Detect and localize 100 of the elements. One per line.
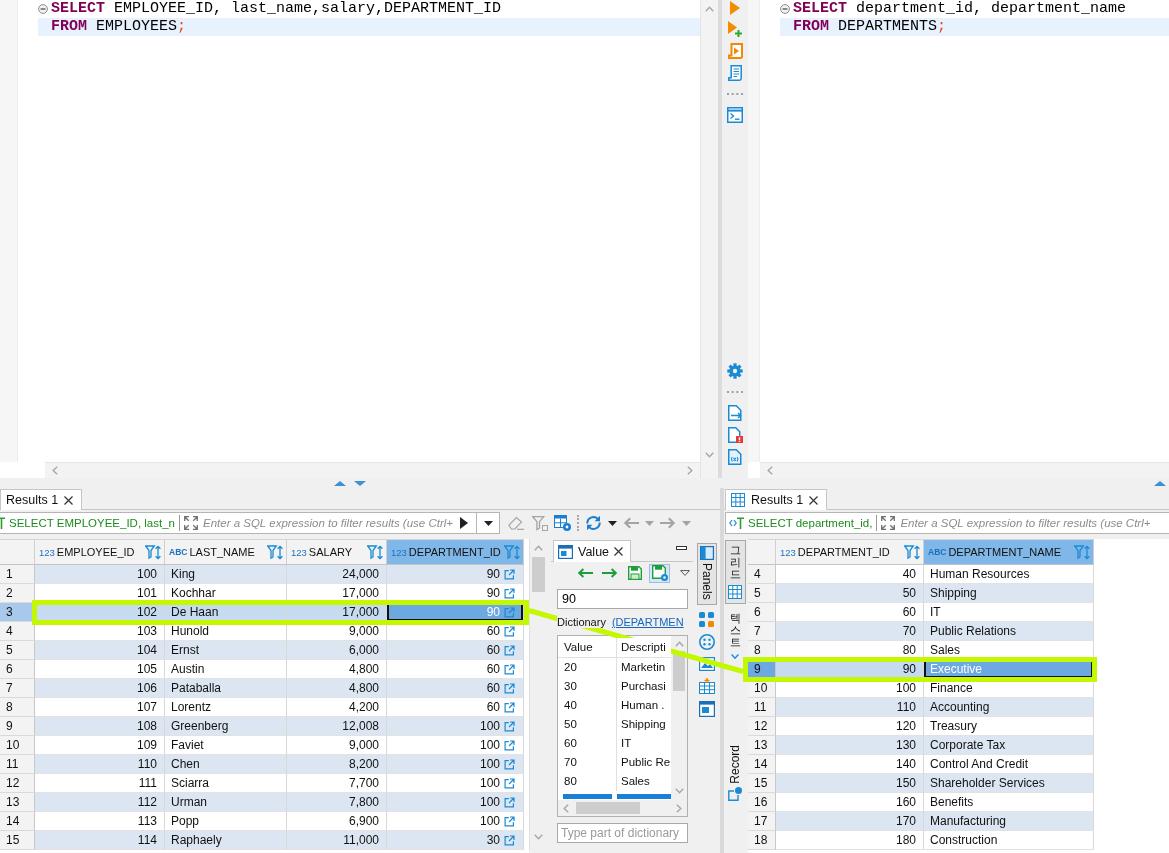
link-icon[interactable] (504, 701, 515, 713)
chevron-down-icon[interactable] (674, 788, 684, 794)
panels-toggle[interactable]: Panels (696, 543, 717, 605)
column-header[interactable]: ABC LAST_NAME (165, 539, 287, 565)
triangle-down-icon[interactable] (354, 480, 366, 486)
column-header[interactable]: 123 DEPARTMENT_ID (776, 539, 924, 565)
link-icon[interactable] (504, 758, 515, 770)
table-cell[interactable]: 100 (387, 717, 524, 736)
chevron-right-icon[interactable] (676, 803, 682, 813)
chevron-left-icon[interactable] (767, 466, 773, 475)
scrollbar-thumb[interactable] (531, 557, 545, 592)
column-header[interactable]: Descripti (617, 638, 671, 657)
expand-icon[interactable] (881, 516, 896, 530)
link-icon[interactable] (504, 644, 515, 656)
close-icon[interactable] (64, 495, 74, 505)
filter-sort-icon[interactable] (904, 544, 920, 560)
sync-icon[interactable] (585, 515, 602, 531)
caret-icon[interactable] (608, 520, 617, 526)
filter-input[interactable]: Enter a SQL expression to filter results (use Ctrl+ (203, 514, 457, 532)
triangle-up-icon[interactable] (1154, 480, 1166, 486)
column-header[interactable]: 123 EMPLOYEE_ID (35, 539, 165, 565)
column-header[interactable]: 123 SALARY (287, 539, 387, 565)
results-tab[interactable]: Results 1 (0, 489, 83, 510)
chevron-right-icon[interactable] (687, 466, 693, 475)
view-tab[interactable]: 텍스트 (724, 608, 746, 664)
table-cell[interactable]: 60 (387, 698, 524, 717)
search-field[interactable]: Type part of dictionary (557, 823, 688, 843)
table-plus-icon[interactable] (698, 677, 715, 694)
dictionary-link[interactable]: (DEPARTMEN (611, 616, 684, 628)
link-icon[interactable] (504, 625, 515, 637)
table-cell[interactable]: 100 (387, 793, 524, 812)
triangle-up-icon[interactable] (334, 480, 346, 486)
link-icon[interactable] (504, 777, 515, 789)
filter-sort-icon[interactable] (367, 544, 383, 560)
chevron-left-icon[interactable] (52, 466, 58, 475)
filter-input[interactable]: Enter a SQL expression to filter results (use Ctrl+ (900, 514, 1169, 532)
chevron-down-icon[interactable] (705, 452, 714, 458)
table-settings-icon[interactable] (554, 515, 571, 531)
chevron-up-icon[interactable] (533, 545, 543, 551)
horizontal-scrollbar[interactable] (760, 462, 1169, 478)
collapse-icon[interactable] (780, 4, 790, 14)
vertical-scrollbar[interactable] (671, 636, 687, 800)
table-cell[interactable]: 60 (387, 641, 524, 660)
tiles-icon[interactable] (699, 611, 714, 627)
chevron-left-icon[interactable] (563, 803, 569, 813)
table-cell[interactable]: 100 (387, 774, 524, 793)
link-icon[interactable] (504, 796, 515, 808)
filter-sort-icon[interactable] (1074, 544, 1090, 560)
table-cell[interactable]: 100 (387, 812, 524, 831)
table-cell[interactable]: 90 (387, 565, 524, 584)
window-icon[interactable] (698, 700, 715, 717)
table-cell[interactable]: 60 (387, 679, 524, 698)
link-icon[interactable] (504, 815, 515, 827)
minimize-icon[interactable] (676, 546, 687, 550)
file-arrow-icon[interactable] (728, 405, 742, 421)
table-cell[interactable]: 60 (387, 660, 524, 679)
scrollbar-thumb[interactable] (576, 802, 640, 814)
horizontal-scrollbar[interactable] (558, 800, 687, 816)
link-icon[interactable] (504, 568, 515, 580)
filter-sort-icon[interactable] (267, 544, 283, 560)
value-tab[interactable]: Value (553, 540, 632, 562)
terminal-icon[interactable] (727, 107, 743, 123)
link-icon[interactable] (504, 682, 515, 694)
close-icon[interactable] (809, 495, 819, 505)
link-icon[interactable] (504, 663, 515, 675)
filter-bar[interactable]: SELECT EMPLOYEE_ID, last_n Enter a SQL expression to filter results (use Ctrl+ (0, 512, 500, 534)
value-field[interactable]: 90 (557, 589, 688, 609)
filter-sort-icon[interactable] (504, 544, 520, 560)
results-tab[interactable]: Results 1 (725, 489, 828, 510)
menu-triangle-icon[interactable] (680, 570, 690, 576)
expand-icon[interactable] (184, 516, 198, 530)
script-icon[interactable] (728, 65, 742, 81)
table-cell[interactable]: 100 (387, 755, 524, 774)
filter-sort-icon[interactable] (145, 544, 161, 560)
toolbar-button[interactable] (649, 563, 670, 583)
script-play-icon[interactable] (727, 43, 743, 59)
chevron-up-icon[interactable] (705, 6, 714, 12)
chevron-up-icon[interactable] (674, 641, 684, 647)
link-icon[interactable] (504, 834, 515, 846)
settings-icon[interactable] (727, 363, 743, 379)
file-warning-icon[interactable] (727, 427, 743, 443)
play-icon[interactable] (460, 517, 468, 529)
selected-row[interactable] (563, 794, 671, 799)
column-header[interactable]: ABC DEPARTMENT_NAME (924, 539, 1094, 565)
link-icon[interactable] (504, 739, 515, 751)
close-icon[interactable] (614, 547, 624, 556)
chevron-down-icon[interactable] (533, 834, 543, 840)
dotted-circle-icon[interactable] (698, 633, 715, 650)
table-cell[interactable]: 100 (387, 736, 524, 755)
view-tab[interactable]: 그리드 (724, 540, 746, 605)
link-icon[interactable] (504, 587, 515, 599)
link-icon[interactable] (504, 720, 515, 732)
horizontal-scrollbar[interactable] (45, 462, 700, 478)
play-plus-icon[interactable] (728, 21, 742, 37)
table-cell[interactable]: 30 (387, 831, 524, 850)
column-header[interactable]: 123 DEPARTMENT_ID (387, 539, 524, 565)
collapse-icon[interactable] (38, 4, 48, 14)
view-tab[interactable]: Record (724, 739, 746, 807)
file-variable-icon[interactable] (728, 449, 742, 465)
filter-bar[interactable]: SELECT department_id, Enter a SQL expression to filter results (use Ctrl+ (725, 512, 1169, 534)
